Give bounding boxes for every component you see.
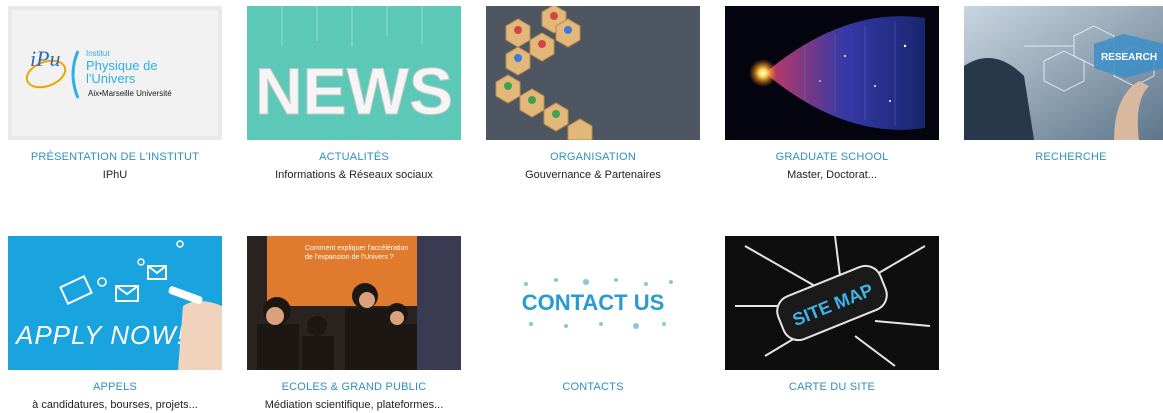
graduate-school-thumbnail[interactable] [725, 6, 939, 140]
tile-subtitle: Médiation scientifique, plateformes... [264, 399, 444, 411]
apply-thumbnail[interactable]: APPLY NOW! [8, 236, 222, 370]
logo-letters: iPu [30, 46, 61, 71]
contact-thumbnail[interactable]: CONTACT US [486, 236, 700, 370]
outreach-thumbnail[interactable]: Comment expliquer l'accélération de l'ex… [247, 236, 461, 370]
svg-text:l'Univers: l'Univers [86, 71, 136, 86]
organisation-thumbnail[interactable] [486, 6, 700, 140]
tile-title[interactable]: GRADUATE SCHOOL [725, 151, 939, 163]
svg-text:Institut: Institut [86, 49, 110, 58]
tile-subtitle: Master, Doctorat... [787, 169, 877, 181]
tile-title[interactable]: ACTUALITÉS [247, 151, 461, 163]
tile-subtitle: Gouvernance & Partenaires [525, 169, 661, 181]
tile-title[interactable]: RECHERCHE [964, 151, 1163, 163]
svg-text:Aix•Marseille Université: Aix•Marseille Université [88, 89, 172, 98]
tile-title[interactable]: CARTE DU SITE [725, 381, 939, 393]
apply-now-word: APPLY NOW! [14, 320, 185, 350]
contact-us-word: CONTACT US [522, 290, 665, 315]
svg-text:de l'expansion de l'Univers ?: de l'expansion de l'Univers ? [305, 254, 394, 261]
news-word: NEWS [255, 54, 453, 128]
tile-title[interactable]: ORGANISATION [486, 151, 700, 163]
tile-subtitle: à candidatures, bourses, projets... [32, 399, 198, 411]
presentation-thumbnail[interactable]: iPu Institut Physique de l'Univers Aix•M… [8, 6, 222, 140]
tile-subtitle: Informations & Réseaux sociaux [275, 169, 433, 181]
research-word: RESEARCH [1101, 52, 1157, 63]
tile-title[interactable]: ECOLES & GRAND PUBLIC [247, 381, 461, 393]
tile-title[interactable]: APPELS [8, 381, 222, 393]
news-thumbnail[interactable]: NEWS [247, 6, 461, 140]
research-thumbnail[interactable]: RESEARCH [964, 6, 1163, 140]
tile-subtitle: IPhU [102, 169, 128, 181]
tile-title[interactable]: CONTACTS [486, 381, 700, 393]
svg-text:Comment expliquer l'accélérati: Comment expliquer l'accélération [305, 245, 408, 252]
tile-title[interactable]: PRÉSENTATION DE L'INSTITUT [8, 151, 222, 163]
sitemap-thumbnail[interactable]: SITE MAP [725, 236, 939, 370]
